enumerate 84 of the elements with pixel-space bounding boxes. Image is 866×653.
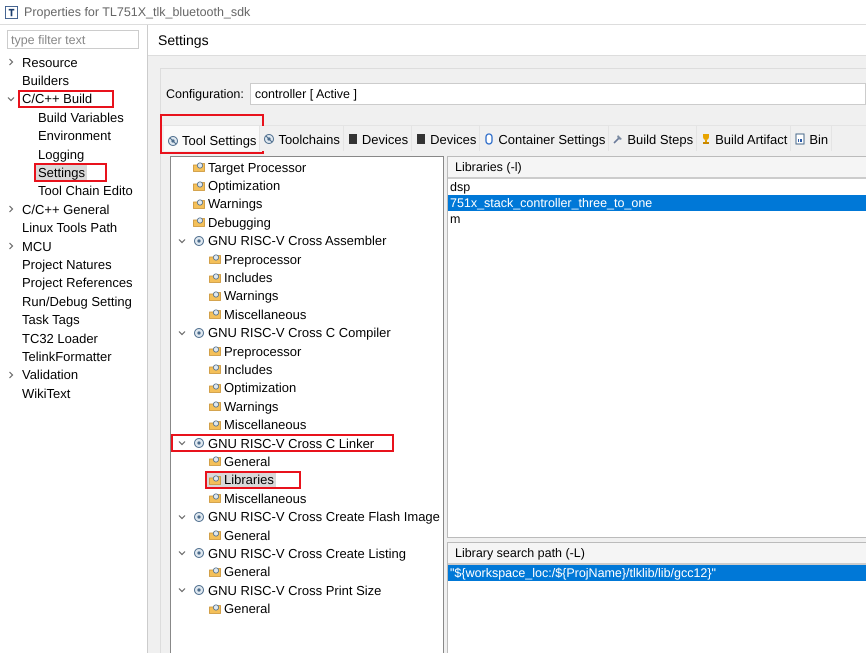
tree-item[interactable]: Preprocessor <box>207 342 304 360</box>
tree-item[interactable]: General <box>207 563 272 580</box>
tree-item[interactable]: General <box>207 526 272 544</box>
list-item[interactable]: "${workspace_loc:/${ProjName}/tlklib/lib/gcc12}" <box>448 565 866 581</box>
folder-gear-icon <box>209 345 221 358</box>
folder-gear-icon <box>209 602 221 615</box>
sidebar-item[interactable]: Resource <box>20 54 80 71</box>
hammer-icon <box>612 133 624 145</box>
tree-item[interactable]: Warnings <box>207 398 280 415</box>
chip-icon <box>415 133 428 145</box>
tree-item[interactable]: Optimization <box>191 177 282 194</box>
folder-gear-icon <box>209 474 221 486</box>
cylinder-icon <box>483 133 496 145</box>
collapsed-chevron-icon[interactable] <box>6 204 16 214</box>
collapsed-chevron-icon[interactable] <box>6 370 16 380</box>
sidebar-item[interactable]: C/C++ General <box>20 200 112 218</box>
tree-item[interactable]: Target Processor <box>191 158 308 176</box>
chip-icon <box>346 133 359 145</box>
folder-gear-icon <box>209 492 221 504</box>
tree-item[interactable]: Includes <box>207 360 274 378</box>
collapsed-chevron-icon[interactable] <box>6 241 16 252</box>
folder-gear-icon <box>209 529 221 541</box>
tree-item[interactable]: GNU RISC-V Cross Create Flash Image <box>191 508 442 526</box>
list-item[interactable]: m <box>448 211 866 227</box>
folder-gear-icon <box>193 198 205 210</box>
tree-item[interactable]: GNU RISC-V Cross Create Listing <box>191 544 408 562</box>
sidebar-item[interactable]: WikiText <box>20 384 72 402</box>
sidebar-item[interactable]: Build Variables <box>36 108 126 126</box>
folder-gear-icon <box>209 363 221 376</box>
folder-gear-icon <box>209 418 221 431</box>
sidebar-item[interactable]: MCU <box>20 238 54 255</box>
tab[interactable]: Toolchains <box>260 126 344 151</box>
page-title: Settings <box>158 32 209 48</box>
filter-field[interactable]: type filter text <box>7 30 139 49</box>
list-header: Libraries (-l) <box>448 157 866 179</box>
tree-item[interactable]: Miscellaneous <box>207 306 308 323</box>
sidebar-item[interactable]: Logging <box>36 146 86 163</box>
configuration-dropdown[interactable]: controller [ Active ] <box>250 83 866 105</box>
folder-gear-icon <box>193 216 205 228</box>
folder-gear-icon <box>209 400 221 412</box>
sidebar-item[interactable]: Linux Tools Path <box>20 219 120 236</box>
sidebar-item[interactable]: Validation <box>20 366 80 384</box>
tree-item[interactable]: Miscellaneous <box>207 416 308 434</box>
tree-item[interactable]: General <box>207 452 272 470</box>
list-header: Library search path (-L) <box>448 543 866 565</box>
tree-item[interactable]: Miscellaneous <box>207 490 308 507</box>
folder-gear-icon <box>209 566 221 578</box>
sidebar-item[interactable]: TC32 Loader <box>20 330 100 347</box>
sidebar-item[interactable]: Task Tags <box>20 311 82 328</box>
sidebar-item[interactable]: Project Natures <box>20 256 114 273</box>
app-icon <box>5 6 18 18</box>
tab[interactable]: Tool Settings <box>164 126 260 151</box>
tree-item[interactable]: GNU RISC-V Cross C Linker <box>191 434 376 452</box>
tree-item[interactable]: Warnings <box>191 195 264 212</box>
tree-item[interactable]: Warnings <box>207 287 280 304</box>
sidebar-item[interactable]: TelinkFormatter <box>20 348 114 365</box>
tree-item[interactable]: Preprocessor <box>207 250 304 268</box>
binary-file-icon <box>794 133 806 145</box>
folder-gear-icon <box>209 253 221 266</box>
tree-item[interactable]: GNU RISC-V Cross Assembler <box>191 232 388 250</box>
folder-gear-icon <box>193 161 205 174</box>
tree-item[interactable]: Debugging <box>191 214 273 231</box>
sidebar-item[interactable]: Tool Chain Edito <box>36 182 135 200</box>
folder-gear-icon <box>209 272 221 284</box>
tree-item[interactable]: Optimization <box>207 379 298 396</box>
window-title: Properties for TL751X_tlk_bluetooth_sdk <box>24 5 250 19</box>
folder-gear-icon <box>209 382 221 394</box>
tree-item[interactable]: GNU RISC-V Cross C Compiler <box>191 324 393 342</box>
sidebar-item[interactable]: Builders <box>20 72 71 90</box>
configuration-label: Configuration: <box>166 87 244 101</box>
folder-gear-icon <box>193 180 205 192</box>
sidebar-item[interactable]: C/C++ Build <box>20 90 94 108</box>
sidebar-item[interactable]: Project References <box>20 274 135 292</box>
tree-item[interactable]: General <box>207 600 272 618</box>
list-item[interactable]: dsp <box>448 179 866 195</box>
folder-gear-icon <box>209 290 221 302</box>
tree-item[interactable]: Includes <box>207 269 274 286</box>
sidebar-item[interactable]: Run/Debug Setting <box>20 292 134 310</box>
list-item[interactable]: 751x_stack_controller_three_to_one <box>448 195 866 211</box>
collapsed-chevron-icon[interactable] <box>6 57 16 68</box>
folder-gear-icon <box>209 455 221 468</box>
tree-item[interactable]: GNU RISC-V Cross Print Size <box>191 582 384 599</box>
folder-gear-icon <box>209 308 221 320</box>
sidebar-item[interactable]: Environment <box>36 127 113 144</box>
